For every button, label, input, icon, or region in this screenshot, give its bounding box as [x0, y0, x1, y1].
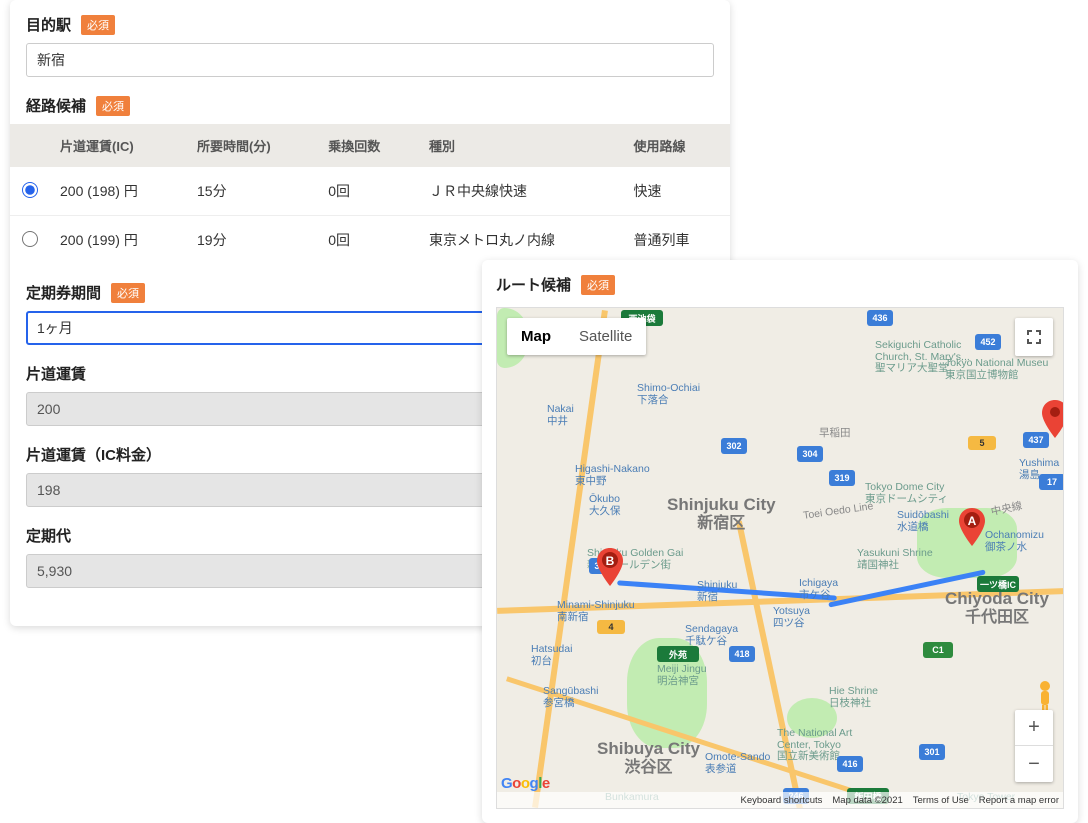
- col-fare: 片道運賃(IC): [50, 124, 187, 167]
- destination-label-row: 目的駅 必須: [26, 14, 714, 35]
- map-pin-a[interactable]: A: [959, 508, 985, 546]
- label-shinjuku-sta: Shinjuku新宿: [697, 580, 737, 603]
- route-table: 片道運賃(IC) 所要時間(分) 乗換回数 種別 使用路線 200 (198) …: [10, 124, 730, 264]
- label-suidobashi: Suidōbashi水道橋: [897, 510, 949, 533]
- cell-transfers: 0回: [318, 216, 419, 265]
- fullscreen-button[interactable]: [1015, 318, 1053, 356]
- shield-exp4: 4: [597, 620, 625, 634]
- cell-duration: 19分: [187, 216, 318, 265]
- label-shinjuku-city: Shinjuku City新宿区: [667, 496, 776, 532]
- cell-line: 快速: [624, 167, 730, 216]
- report-error-link[interactable]: Report a map error: [979, 795, 1059, 806]
- cell-duration: 15分: [187, 167, 318, 216]
- label-higashi-nakano: Higashi-Nakano東中野: [575, 464, 650, 487]
- label-meiji-jingu: Meiji Jingu明治神宮: [657, 664, 707, 687]
- label-ichigaya-ic: 一ツ橋IC: [977, 576, 1019, 592]
- shield-452: 452: [975, 334, 1001, 350]
- shield-17: 17: [1039, 474, 1064, 490]
- shield-exp5: 5: [968, 436, 996, 450]
- label-yasukuni: Yasukuni Shrine靖国神社: [857, 548, 933, 571]
- required-badge: 必須: [581, 275, 615, 295]
- cell-line: 普通列車: [624, 216, 730, 265]
- label-chiyoda-city: Chiyoda City千代田区: [945, 590, 1049, 626]
- map-pin-generic[interactable]: [1042, 400, 1064, 438]
- label-sangubashi: Sangūbashi参宮橋: [543, 686, 598, 709]
- label-gaien: 外苑: [657, 646, 699, 662]
- cell-fare: 200 (198) 円: [50, 167, 187, 216]
- map-pin-b[interactable]: B: [597, 548, 623, 586]
- map-data-label: Map data ©2021: [832, 795, 902, 806]
- destination-input[interactable]: [26, 43, 714, 77]
- map-type-map-button[interactable]: Map: [507, 318, 565, 355]
- label-oedo-line: Toei Oedo Line: [803, 501, 875, 522]
- pass-period-label: 定期券期間: [26, 282, 101, 303]
- label-shibuya-city: Shibuya City渋谷区: [597, 740, 700, 776]
- cell-transfers: 0回: [318, 167, 419, 216]
- table-row[interactable]: 200 (198) 円 15分 0回 ＪＲ中央線快速 快速: [10, 167, 730, 216]
- table-row[interactable]: 200 (199) 円 19分 0回 東京メトロ丸ノ内線 普通列車: [10, 216, 730, 265]
- col-type: 種別: [419, 124, 623, 167]
- shield-319: 319: [829, 470, 855, 486]
- fare-oneway-label: 片道運賃: [26, 363, 86, 384]
- cell-fare: 200 (199) 円: [50, 216, 187, 265]
- shield-416: 416: [837, 756, 863, 772]
- col-line: 使用路線: [624, 124, 730, 167]
- col-duration: 所要時間(分): [187, 124, 318, 167]
- label-waseda: 早稲田: [819, 428, 851, 440]
- label-tokyo-dome: Tokyo Dome City東京ドームシティ: [865, 482, 948, 505]
- label-hie: Hie Shrine日枝神社: [829, 686, 878, 709]
- label-ochanomizu: Ochanomizu御茶ノ水: [985, 530, 1044, 553]
- commuter-fee-label: 定期代: [26, 525, 71, 546]
- zoom-in-button[interactable]: +: [1015, 710, 1053, 746]
- label-omote-sando: Omote-Sando表参道: [705, 752, 770, 775]
- label-ichigaya: Ichigaya市ケ谷: [799, 578, 838, 601]
- map[interactable]: Shinjuku City新宿区 Chiyoda City千代田区 Shibuy…: [496, 307, 1064, 809]
- zoom-out-button[interactable]: −: [1015, 746, 1053, 782]
- shield-304: 304: [797, 446, 823, 462]
- shield-418: 418: [729, 646, 755, 662]
- label-sendagaya: Sendagaya千駄ケ谷: [685, 624, 738, 647]
- destination-label: 目的駅: [26, 14, 71, 35]
- label-hatsudai: Hatsudai初台: [531, 644, 572, 667]
- route-candidates-label-row: 経路候補 必須: [26, 95, 714, 116]
- required-badge: 必須: [96, 96, 130, 116]
- label-shimo-ochiai: Shimo-Ochiai下落合: [637, 383, 700, 406]
- route-radio[interactable]: [22, 182, 38, 198]
- col-transfers: 乗換回数: [318, 124, 419, 167]
- shield-436: 436: [867, 310, 893, 326]
- label-nakai: Nakai中井: [547, 404, 574, 427]
- map-canvas[interactable]: Shinjuku City新宿区 Chiyoda City千代田区 Shibuy…: [497, 308, 1063, 808]
- required-badge: 必須: [111, 283, 145, 303]
- fullscreen-icon: [1025, 328, 1043, 346]
- map-candidates-label-row: ルート候補 必須: [496, 274, 1064, 295]
- map-type-satellite-button[interactable]: Satellite: [565, 318, 646, 355]
- required-badge: 必須: [81, 15, 115, 35]
- route-candidates-label: 経路候補: [26, 95, 86, 116]
- col-select: [10, 124, 50, 167]
- label-yotsuya: Yotsuya四ツ谷: [773, 606, 810, 629]
- cell-type: ＪＲ中央線快速: [419, 167, 623, 216]
- map-card: ルート候補 必須 Shinjuku City新宿区 Chiyoda City千代…: [482, 260, 1078, 823]
- label-okubo: Ōkubo大久保: [589, 494, 621, 517]
- route-radio[interactable]: [22, 231, 38, 247]
- cell-type: 東京メトロ丸ノ内線: [419, 216, 623, 265]
- map-footer: Keyboard shortcuts Map data ©2021 Terms …: [497, 792, 1063, 808]
- shield-c1: C1: [923, 642, 953, 658]
- shield-301: 301: [919, 744, 945, 760]
- fare-ic-label: 片道運賃（IC料金）: [26, 444, 161, 465]
- svg-text:A: A: [968, 514, 977, 528]
- shield-302: 302: [721, 438, 747, 454]
- keyboard-shortcuts-link[interactable]: Keyboard shortcuts: [741, 795, 823, 806]
- svg-text:B: B: [606, 554, 615, 568]
- terms-link[interactable]: Terms of Use: [913, 795, 969, 806]
- google-logo: Google: [501, 775, 550, 792]
- zoom-control: + −: [1015, 710, 1053, 782]
- map-type-switch: Map Satellite: [507, 318, 646, 355]
- label-tokyo-national: Tokyo National Museu東京国立博物館: [945, 358, 1048, 381]
- map-candidates-label: ルート候補: [496, 274, 571, 295]
